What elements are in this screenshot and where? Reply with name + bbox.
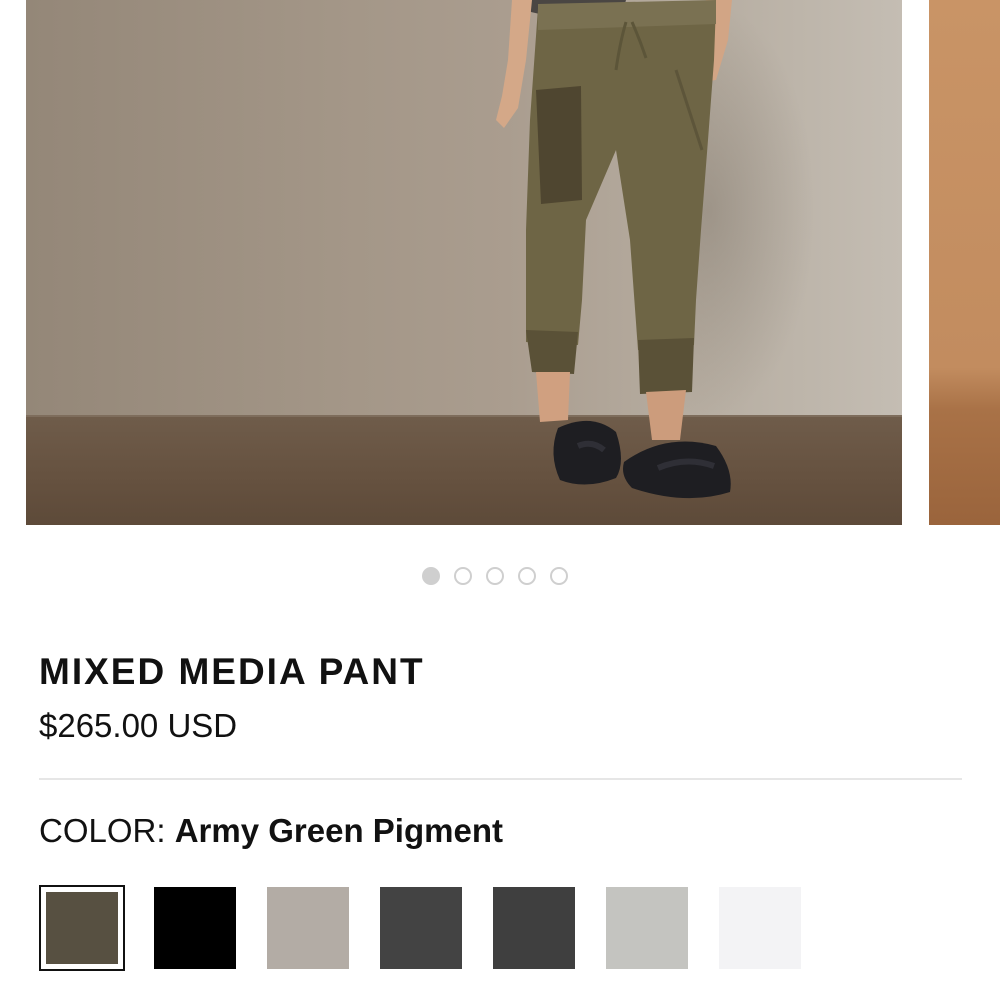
color-swatch-black[interactable] xyxy=(154,887,236,969)
color-swatch-light-taupe[interactable] xyxy=(267,887,349,969)
product-image[interactable] xyxy=(26,0,902,525)
swatch-color-chip xyxy=(46,892,118,964)
color-swatch-white[interactable] xyxy=(719,887,801,969)
swatch-color-chip xyxy=(493,887,575,969)
product-title: MIXED MEDIA PANT xyxy=(39,651,425,692)
product-page: MIXED MEDIA PANT $265.00 USD COLOR: Army… xyxy=(0,0,1000,1000)
carousel-dot-2[interactable] xyxy=(453,567,472,585)
carousel-dot-1[interactable] xyxy=(421,567,440,585)
color-selection-label: COLOR: Army Green Pigment xyxy=(39,812,503,850)
divider xyxy=(39,778,962,780)
swatch-color-chip xyxy=(154,887,236,969)
carousel-dot-5[interactable] xyxy=(549,567,568,585)
product-image-gallery[interactable] xyxy=(0,0,1000,525)
next-product-image-peek[interactable] xyxy=(929,0,1000,525)
swatch-color-chip xyxy=(719,887,801,969)
color-swatch-army-green-pigment[interactable] xyxy=(39,885,125,971)
color-swatch-dark-grey[interactable] xyxy=(493,887,575,969)
product-price: $265.00 USD xyxy=(39,707,238,744)
color-label: COLOR: xyxy=(39,812,166,849)
swatch-color-chip xyxy=(267,887,349,969)
carousel-dot-3[interactable] xyxy=(485,567,504,585)
color-swatch-light-grey[interactable] xyxy=(606,887,688,969)
swatch-color-chip xyxy=(606,887,688,969)
model-wearing-pant-illustration xyxy=(496,0,732,499)
carousel-pagination xyxy=(0,565,1000,587)
carousel-dot-4[interactable] xyxy=(517,567,536,585)
selected-color-name: Army Green Pigment xyxy=(174,812,503,849)
color-swatch-charcoal[interactable] xyxy=(380,887,462,969)
swatch-color-chip xyxy=(380,887,462,969)
